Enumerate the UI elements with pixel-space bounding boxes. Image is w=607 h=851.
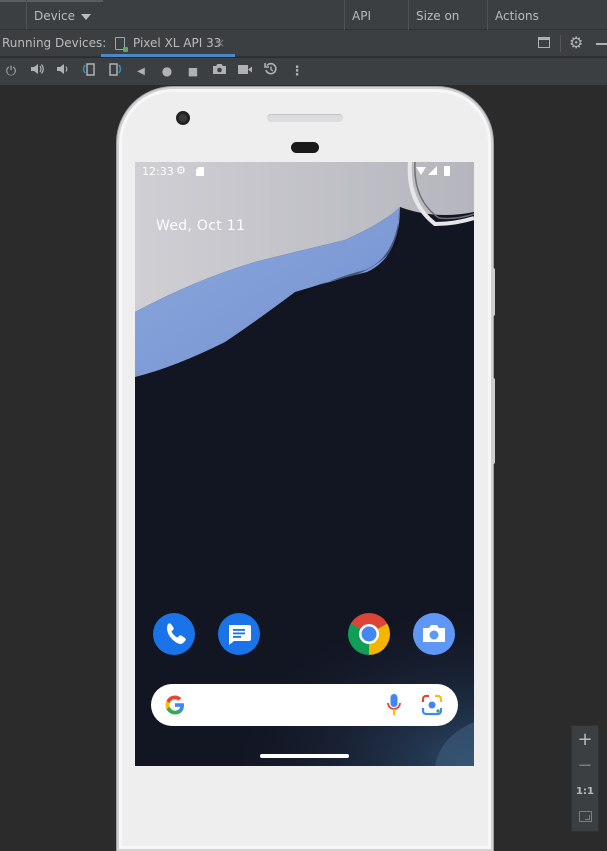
divider xyxy=(560,35,561,52)
device-screen[interactable]: 12:33 ⚙ Wed, Oct 11 xyxy=(135,162,474,766)
fit-screen-icon[interactable] xyxy=(579,811,592,822)
column-api[interactable]: API xyxy=(344,0,408,30)
status-bar-time: 12:33 xyxy=(142,165,174,178)
sort-caret-icon[interactable] xyxy=(81,13,92,20)
google-search-bar[interactable] xyxy=(151,684,458,726)
tab-pixel-xl-api-33[interactable]: Pixel XL API 33 × xyxy=(101,30,235,57)
earpiece-speaker xyxy=(267,114,343,122)
emulator-toolbar: ⏻ ◀ ● ■ ⋮ xyxy=(0,58,607,85)
rotate-left-icon[interactable] xyxy=(79,62,99,81)
running-devices-label: Running Devices: xyxy=(2,36,107,50)
front-camera xyxy=(176,111,190,125)
tab-close-icon[interactable]: × xyxy=(215,30,225,56)
overview-icon[interactable]: ■ xyxy=(183,62,203,81)
running-devices-bar: Running Devices: Pixel XL API 33 × ⚙ xyxy=(0,30,607,57)
wallpaper xyxy=(135,162,474,766)
volume-down-icon[interactable] xyxy=(52,62,72,81)
device-phone-icon xyxy=(115,37,128,52)
google-lens-icon[interactable] xyxy=(420,693,444,717)
screenshot-icon[interactable] xyxy=(209,62,229,81)
battery-icon xyxy=(444,166,450,176)
camera-app-icon[interactable] xyxy=(413,613,455,655)
power-icon[interactable]: ⏻ xyxy=(1,62,21,81)
column-actions[interactable]: Actions xyxy=(487,0,607,30)
status-settings-icon: ⚙ xyxy=(176,164,186,177)
gesture-navigation-bar[interactable] xyxy=(260,754,349,758)
phone-volume-rocker xyxy=(491,378,495,464)
home-date-widget[interactable]: Wed, Oct 11 xyxy=(156,218,245,234)
proximity-sensor xyxy=(291,142,319,153)
column-device[interactable]: Device xyxy=(26,0,344,30)
actual-size-button[interactable]: 1:1 xyxy=(572,784,598,800)
phone-app-icon[interactable] xyxy=(153,613,195,655)
more-options-icon[interactable]: ⋮ xyxy=(287,62,307,81)
volume-up-icon[interactable] xyxy=(27,62,47,81)
zoom-in-button[interactable]: + xyxy=(572,728,598,752)
restore-window-icon[interactable] xyxy=(538,37,550,48)
chrome-app-icon[interactable] xyxy=(348,613,390,655)
back-icon[interactable]: ◀ xyxy=(131,62,151,81)
screen-record-icon[interactable] xyxy=(235,62,255,81)
cell-signal-icon xyxy=(428,166,437,175)
settings-gear-icon[interactable]: ⚙ xyxy=(569,33,583,53)
phone-power-button xyxy=(491,268,495,316)
device-table-header: Device API Size on Disk Actions xyxy=(0,0,607,55)
sd-card-icon xyxy=(196,167,204,176)
tab-label: Pixel XL API 33 xyxy=(133,36,222,50)
column-size-on-disk[interactable]: Size on Disk xyxy=(408,0,487,55)
voice-search-mic-icon[interactable] xyxy=(387,693,401,717)
zoom-out-button[interactable]: − xyxy=(572,754,598,778)
messages-app-icon[interactable] xyxy=(218,613,260,655)
column-device-label: Device xyxy=(34,9,76,23)
minimize-icon[interactable] xyxy=(596,43,607,45)
rotate-right-icon[interactable] xyxy=(105,62,125,81)
google-g-icon xyxy=(165,695,184,715)
zoom-controls: + − 1:1 xyxy=(571,725,599,832)
home-icon[interactable]: ● xyxy=(157,62,177,81)
wifi-icon xyxy=(416,167,426,175)
snapshot-icon[interactable] xyxy=(261,62,281,81)
